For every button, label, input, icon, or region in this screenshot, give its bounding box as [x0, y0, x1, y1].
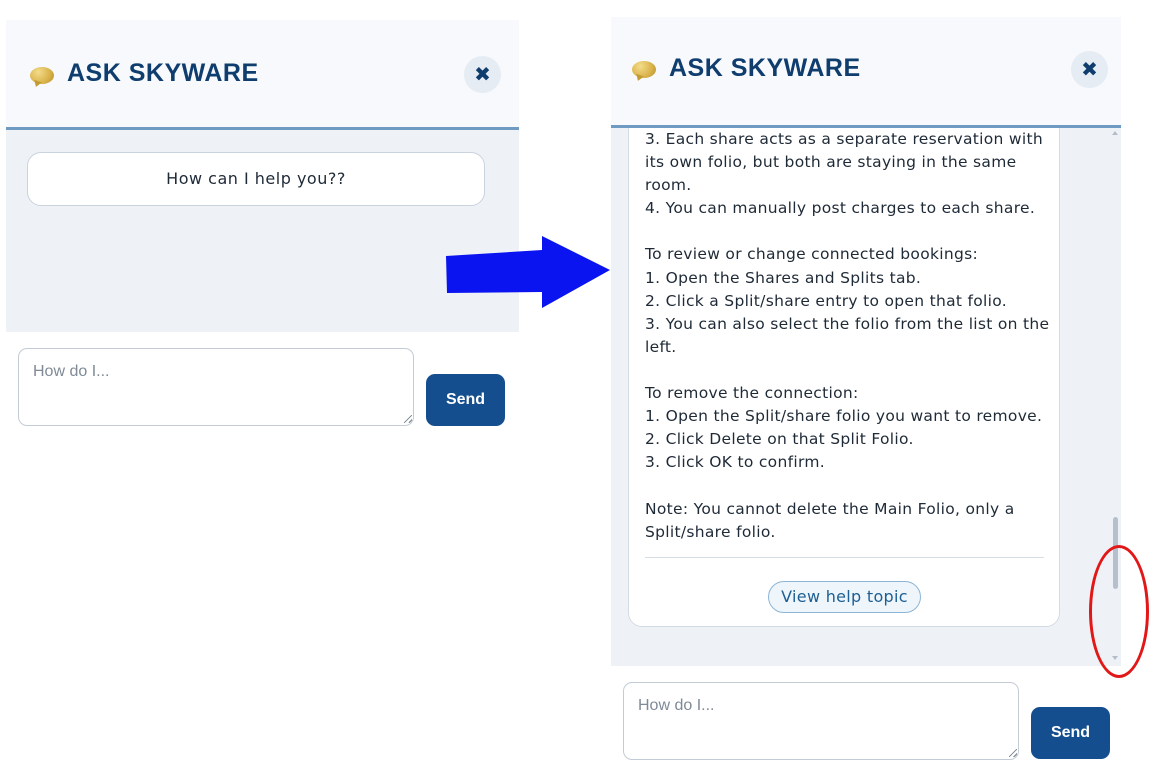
scroll-up-icon[interactable]: [1112, 131, 1118, 135]
resize-handle-icon[interactable]: [404, 415, 412, 423]
chat-title: ASK SKYWARE: [67, 59, 259, 87]
right-arrow-icon: [446, 236, 610, 308]
chat-panel-after: ASK SKYWARE ✖ 3. Each share acts as a se…: [611, 17, 1121, 770]
send-button[interactable]: Send: [426, 374, 505, 426]
send-button[interactable]: Send: [1031, 707, 1110, 759]
message-area: How can I help you??: [6, 130, 519, 332]
message-area: 3. Each share acts as a separate reserva…: [611, 128, 1121, 666]
question-input[interactable]: [623, 682, 1019, 760]
comparison-stage: ASK SKYWARE ✖ How can I help you?? Send …: [0, 0, 1153, 770]
composer: Send: [6, 332, 519, 441]
chat-header: ASK SKYWARE ✖: [611, 17, 1121, 128]
close-button[interactable]: ✖: [1071, 51, 1108, 88]
answer-message: 3. Each share acts as a separate reserva…: [628, 128, 1060, 627]
scrollbar-highlight-circle: [1089, 545, 1149, 678]
chat-panel-before: ASK SKYWARE ✖ How can I help you?? Send: [6, 20, 519, 441]
chat-header: ASK SKYWARE ✖: [6, 20, 519, 130]
arrow-shape: [446, 236, 610, 308]
composer: Send: [611, 666, 1121, 770]
close-button[interactable]: ✖: [464, 56, 501, 93]
view-help-topic-button[interactable]: View help topic: [768, 581, 921, 613]
speech-bubble-icon: [632, 61, 656, 78]
answer-text: 3. Each share acts as a separate reserva…: [645, 130, 1050, 541]
resize-handle-icon[interactable]: [1009, 749, 1017, 757]
answer-divider: [645, 557, 1044, 558]
speech-bubble-icon: [30, 67, 54, 84]
chat-title: ASK SKYWARE: [669, 54, 861, 82]
question-input[interactable]: [18, 348, 414, 426]
greeting-message: How can I help you??: [27, 152, 485, 206]
